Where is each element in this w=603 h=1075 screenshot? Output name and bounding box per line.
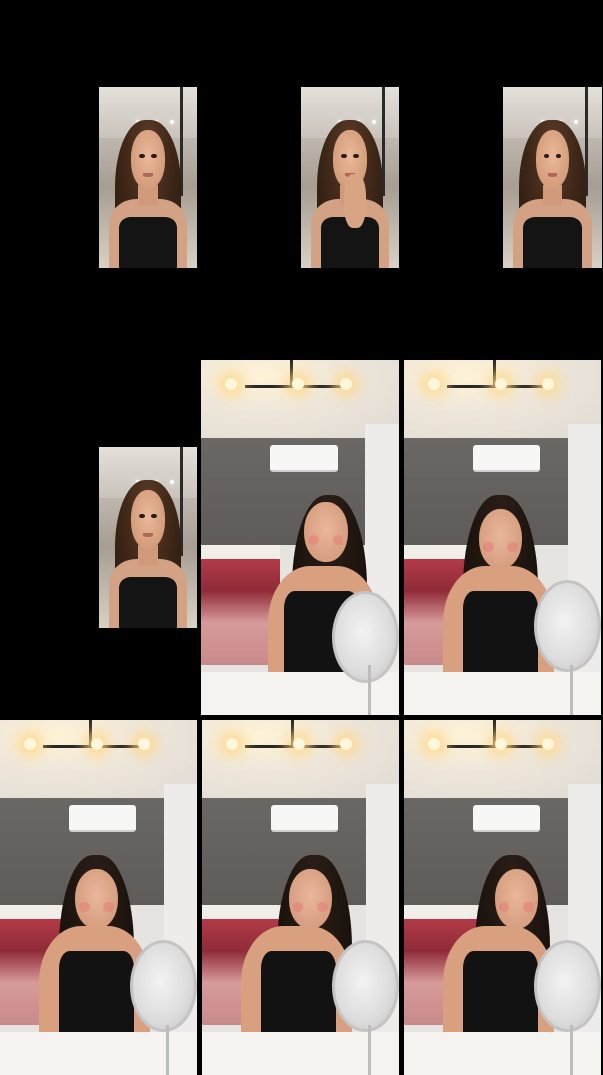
selfie-frame [503, 87, 602, 268]
headboard [404, 904, 483, 919]
mouth [143, 173, 153, 177]
face [131, 490, 165, 549]
left-eye [543, 153, 550, 158]
light-bulb [427, 737, 440, 750]
video-frame-grid [0, 0, 603, 1075]
light-bulb [339, 377, 352, 390]
selfie-frame [99, 87, 197, 268]
face [131, 130, 165, 189]
air-conditioner [270, 445, 338, 473]
right-cheek [332, 535, 344, 545]
light-bulb [292, 737, 305, 750]
frame-cell-2 [201, 0, 400, 355]
mouth [143, 533, 153, 537]
left-eye [139, 153, 145, 158]
face [303, 502, 348, 563]
light-bulb [90, 737, 103, 750]
black-top [522, 217, 583, 268]
right-eye [151, 153, 157, 158]
makeup-mirror [534, 940, 601, 1033]
mirror-stand [570, 1025, 574, 1075]
headboard [201, 544, 281, 559]
right-cheek [317, 902, 328, 912]
face [535, 130, 570, 189]
air-conditioner [472, 445, 540, 473]
light-bulb [225, 737, 238, 750]
light-bulb [494, 377, 507, 390]
right-eye [151, 513, 157, 518]
left-cheek [308, 535, 319, 545]
light-bulb [292, 377, 305, 390]
mouth [547, 173, 558, 177]
mirror-stand [368, 1025, 372, 1075]
black-top [118, 217, 178, 268]
air-conditioner [472, 805, 540, 833]
left-cheek [498, 902, 510, 912]
hand [344, 173, 366, 229]
right-eye [555, 153, 562, 158]
makeup-mirror [130, 940, 197, 1033]
right-eye [353, 153, 359, 158]
room-frame [202, 720, 399, 1075]
right-cheek [507, 542, 518, 552]
room-frame [404, 360, 601, 715]
makeup-mirror [331, 590, 399, 684]
light-bulb [339, 737, 352, 750]
black-top [118, 577, 178, 628]
light-bulb [224, 377, 237, 390]
frame-cell-1 [0, 0, 199, 355]
light-bulb [427, 377, 440, 390]
face [288, 869, 332, 930]
selfie-frame [301, 87, 399, 268]
mirror-stand [166, 1025, 170, 1075]
light-bulb [23, 737, 36, 750]
room-frame [404, 720, 601, 1075]
face [494, 869, 538, 930]
light-bulb [494, 737, 507, 750]
headboard [202, 904, 281, 919]
left-eye [139, 513, 145, 518]
air-conditioner [270, 805, 338, 833]
face [74, 869, 119, 930]
light-bulb [541, 377, 554, 390]
mirror-stand [368, 665, 372, 715]
room-frame [0, 720, 197, 1075]
left-cheek [293, 902, 304, 912]
light-bulb [137, 737, 150, 750]
left-cheek [79, 902, 90, 912]
mirror-stand [570, 665, 574, 715]
air-conditioner [68, 805, 136, 833]
frame-cell-4 [0, 358, 199, 715]
makeup-mirror [332, 940, 399, 1033]
left-cheek [483, 542, 494, 552]
light-bulb [541, 737, 554, 750]
room-frame [201, 360, 399, 715]
right-cheek [103, 902, 114, 912]
face [478, 509, 523, 570]
frame-cell-3 [402, 0, 603, 355]
right-cheek [523, 902, 534, 912]
makeup-mirror [534, 580, 601, 673]
left-eye [341, 153, 347, 158]
selfie-frame [99, 447, 197, 628]
